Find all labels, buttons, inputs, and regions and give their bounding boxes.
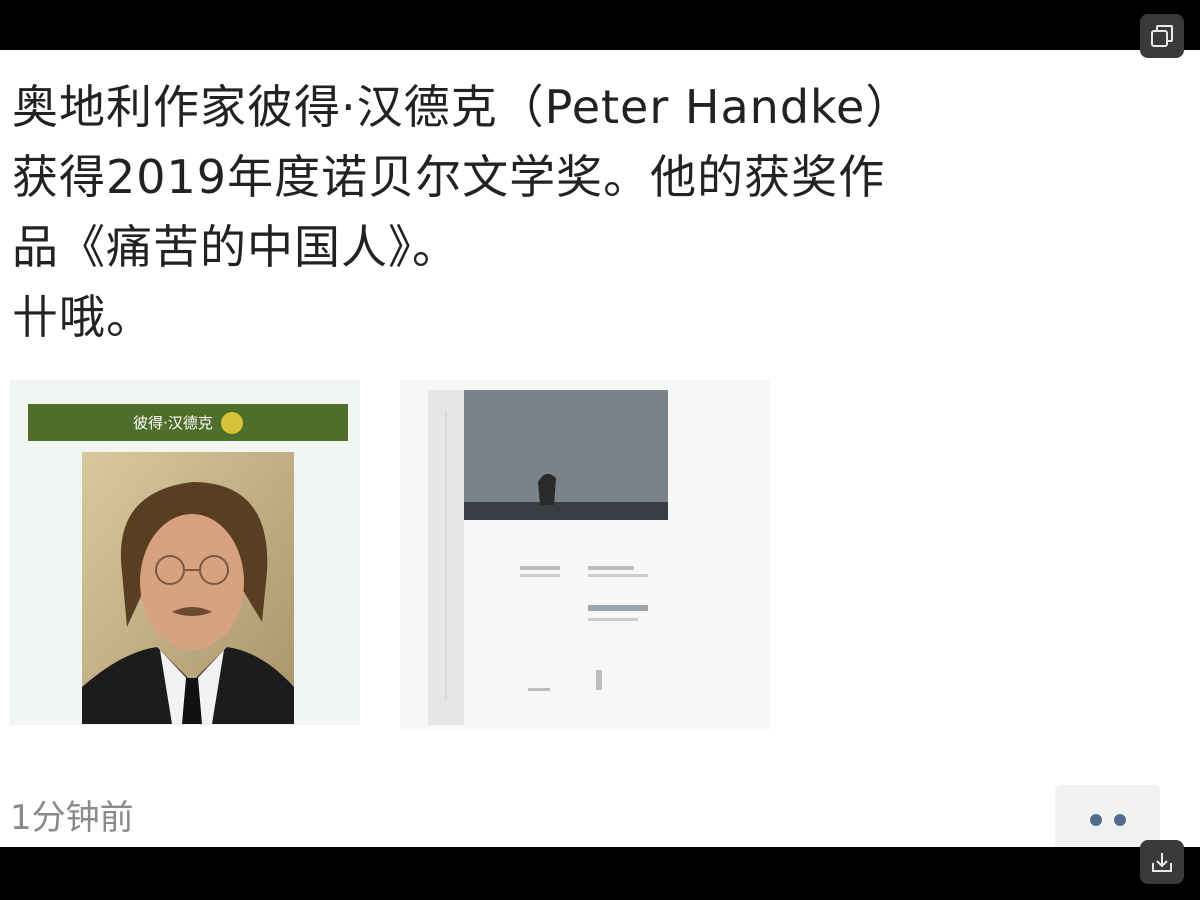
author-photo[interactable]: 彼得·汉德克 [10,380,360,725]
moment-post: 奥地利作家彼得·汉德克（Peter Handke） 获得2019年度诺贝尔文学奖… [0,50,1200,847]
post-line-1: 奥地利作家彼得·汉德克（Peter Handke） [12,80,913,134]
badge-icon [220,411,243,434]
book-photo[interactable] [400,380,770,730]
post-text: 奥地利作家彼得·汉德克（Peter Handke） 获得2019年度诺贝尔文学奖… [12,72,1112,352]
bottom-black-bar [0,847,1200,900]
window-restore-icon[interactable] [1140,14,1184,58]
post-line-3: 品《痛苦的中国人》。 [12,220,459,274]
download-icon[interactable] [1140,840,1184,884]
top-black-bar [0,0,1200,50]
more-actions-button[interactable] [1055,785,1160,847]
photo-header: 彼得·汉德克 [28,404,348,441]
book-cover-image [428,390,668,725]
post-line-2: 获得2019年度诺贝尔文学奖。他的获奖作 [12,150,886,204]
portrait-image [82,452,294,724]
more-dot-icon [1113,814,1126,826]
screenshot-frame: 奥地利作家彼得·汉德克（Peter Handke） 获得2019年度诺贝尔文学奖… [0,0,1200,900]
more-dot-icon [1089,814,1102,826]
post-line-4: 卄哦。 [12,290,153,344]
photo-header-text: 彼得·汉德克 [133,414,213,432]
post-timestamp: 1分钟前 [10,798,134,838]
